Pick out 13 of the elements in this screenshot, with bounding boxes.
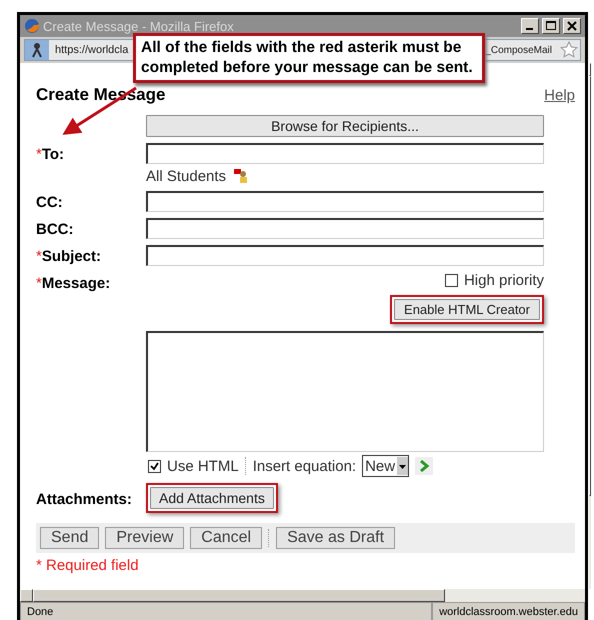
callout-tooltip: All of the fields with the red asterik must be completed before your message can be sent. xyxy=(133,33,485,83)
equation-label: Insert equation: xyxy=(252,458,356,474)
field-label: BCC: xyxy=(36,220,74,238)
required-note: * Required field xyxy=(36,557,140,574)
field-label: *To: xyxy=(36,145,66,163)
field-label: *Message: xyxy=(36,274,112,292)
window-title: Create Message - Mozilla Firefox xyxy=(43,18,235,34)
attachments-label: Attachments: xyxy=(36,490,133,508)
status-domain: worldclassroom.webster.edu xyxy=(432,602,585,620)
recipient-text: All Students xyxy=(146,168,226,184)
field-label: *Subject: xyxy=(36,247,102,265)
status-text: Done xyxy=(20,602,432,620)
field-label: CC: xyxy=(36,193,64,211)
